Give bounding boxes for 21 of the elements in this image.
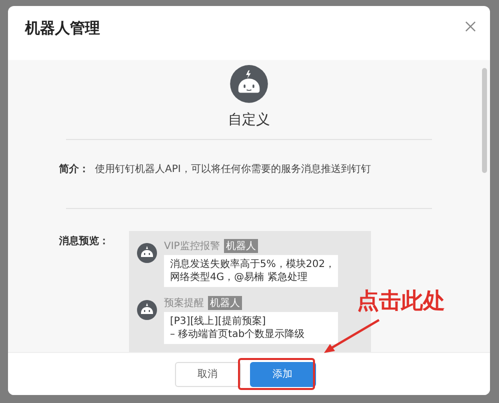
intro-text: 使用钉钉机器人API，可以将任何你需要的服务消息推送到钉钉 xyxy=(95,162,371,176)
close-icon[interactable] xyxy=(465,20,476,32)
message-line: 网络类型4G，@易楠 紧急处理 xyxy=(170,271,308,284)
scrollbar[interactable] xyxy=(482,68,487,173)
preview-label: 消息预览： xyxy=(59,234,109,249)
robot-icon xyxy=(137,300,157,320)
intro-label: 简介： xyxy=(59,162,89,176)
sender-name: 预案提醒 xyxy=(164,296,204,310)
robot-tag: 机器人 xyxy=(224,239,258,253)
message-line: [P3][线上][提前预案] xyxy=(170,315,267,328)
sender-name: VIP监控报警 xyxy=(164,240,220,253)
message-line: – 移动端首页tab个数显示降级 xyxy=(170,328,306,341)
robot-icon xyxy=(137,243,157,263)
cancel-button[interactable]: 取消 xyxy=(174,362,240,386)
robot-name: 自定义 xyxy=(228,110,270,129)
dialog-title: 机器人管理 xyxy=(25,18,100,38)
message-line: 消息发送失败率高于5%，模块202， xyxy=(170,258,332,271)
annotation-arrow xyxy=(322,318,382,356)
robot-tag: 机器人 xyxy=(208,296,242,310)
annotation-text: 点击此处 xyxy=(357,288,445,316)
add-button[interactable]: 添加 xyxy=(250,362,316,386)
